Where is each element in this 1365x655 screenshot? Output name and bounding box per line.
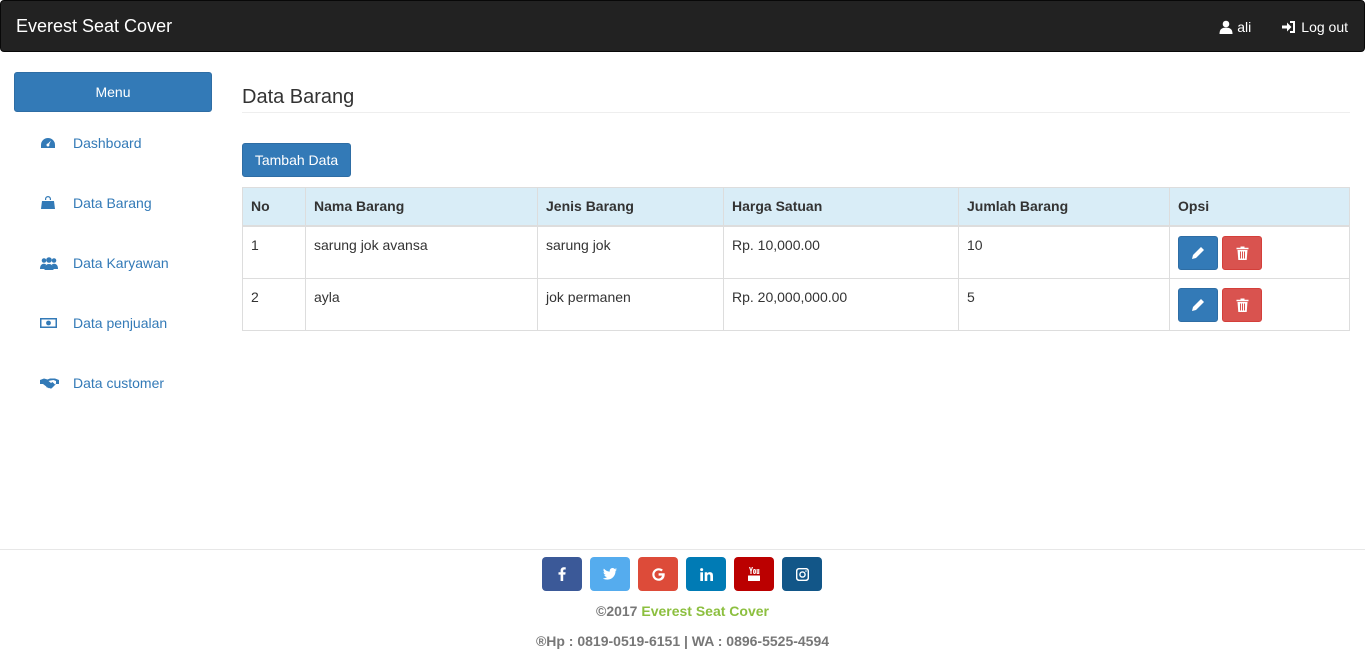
data-table: No Nama Barang Jenis Barang Harga Satuan… (242, 187, 1350, 331)
user-menu[interactable]: ali (1219, 17, 1251, 37)
cell-no: 2 (242, 277, 306, 331)
pencil-icon (1192, 298, 1204, 311)
sidebar-item-label: Dashboard (73, 135, 142, 151)
copyright-year: ©2017 (596, 603, 638, 619)
cell-jumlah-barang: 10 (958, 225, 1170, 279)
cell-jumlah-barang: 5 (958, 277, 1170, 331)
table-header-row: No Nama Barang Jenis Barang Harga Satuan… (242, 187, 1350, 227)
edit-button[interactable] (1178, 235, 1218, 270)
copyright: ©2017 Everest Seat Cover (0, 602, 1365, 620)
menu-button[interactable]: Menu (14, 72, 212, 112)
sidebar-item-data-barang[interactable]: Data Barang (40, 195, 152, 211)
column-header-nama-barang[interactable]: Nama Barang (305, 187, 538, 227)
table-row: 2 ayla jok permanen Rp. 20,000,000.00 5 (242, 277, 1350, 331)
youtube-icon (748, 567, 760, 581)
facebook-icon (558, 567, 566, 581)
sidebar-item-dashboard[interactable]: Dashboard (40, 135, 142, 151)
cell-jenis-barang: sarung jok (537, 225, 724, 279)
facebook-button[interactable] (542, 557, 582, 591)
cell-harga-satuan: Rp. 20,000,000.00 (723, 277, 959, 331)
twitter-button[interactable] (590, 557, 630, 591)
delete-button[interactable] (1222, 235, 1262, 270)
contact-info: ®Hp : 0819-0519-6151 | WA : 0896-5525-45… (535, 633, 830, 649)
column-header-jenis-barang[interactable]: Jenis Barang (537, 187, 724, 227)
cell-nama-barang: sarung jok avansa (305, 225, 538, 279)
trash-icon (1236, 246, 1248, 260)
cell-no: 1 (242, 225, 306, 279)
sidebar: Menu (14, 72, 212, 112)
cell-nama-barang: ayla (305, 277, 538, 331)
shopping-bag-icon (40, 196, 62, 210)
cell-opsi (1169, 277, 1350, 331)
sidebar-item-data-karyawan[interactable]: Data Karyawan (40, 255, 169, 271)
pencil-icon (1192, 246, 1204, 259)
cell-harga-satuan: Rp. 10,000.00 (723, 225, 959, 279)
linkedin-icon (699, 567, 713, 581)
cell-jenis-barang: jok permanen (537, 277, 724, 331)
page-title: Data Barang (242, 86, 355, 108)
delete-button[interactable] (1222, 287, 1262, 322)
google-button[interactable] (638, 557, 678, 591)
title-divider (242, 112, 1350, 113)
sidebar-item-data-penjualan[interactable]: Data penjualan (40, 315, 167, 331)
column-header-opsi: Opsi (1169, 187, 1350, 227)
footer: ©2017 Everest Seat Cover ®Hp : 0819-0519… (0, 549, 1365, 655)
social-links (542, 557, 822, 591)
dashboard-icon (40, 136, 62, 150)
youtube-button[interactable] (734, 557, 774, 591)
trash-icon (1236, 298, 1248, 312)
users-icon (40, 256, 62, 270)
sidebar-item-data-customer[interactable]: Data customer (40, 375, 164, 391)
top-navbar: Everest Seat Cover ali Log out (0, 0, 1365, 52)
cell-opsi (1169, 225, 1350, 279)
google-icon (651, 567, 665, 581)
instagram-icon (795, 567, 809, 581)
column-header-no[interactable]: No (242, 187, 306, 227)
instagram-button[interactable] (782, 557, 822, 591)
column-header-jumlah-barang[interactable]: Jumlah Barang (958, 187, 1170, 227)
edit-button[interactable] (1178, 287, 1218, 322)
table-row: 1 sarung jok avansa sarung jok Rp. 10,00… (242, 225, 1350, 279)
money-icon (40, 316, 62, 330)
logout-link[interactable]: Log out (1281, 17, 1348, 37)
add-data-button[interactable]: Tambah Data (242, 143, 351, 177)
copyright-brand[interactable]: Everest Seat Cover (641, 603, 769, 619)
user-icon (1219, 20, 1233, 34)
sidebar-item-label: Data Karyawan (73, 255, 169, 271)
logout-label: Log out (1301, 19, 1348, 35)
handshake-icon (40, 376, 62, 390)
navbar-right: ali Log out (1219, 17, 1348, 37)
sidebar-item-label: Data Barang (73, 195, 152, 211)
user-name: ali (1237, 19, 1252, 35)
sidebar-item-label: Data penjualan (73, 315, 168, 331)
log-in-icon (1282, 21, 1296, 33)
brand-title[interactable]: Everest Seat Cover (16, 16, 172, 36)
column-header-harga-satuan[interactable]: Harga Satuan (723, 187, 959, 227)
sidebar-item-label: Data customer (73, 375, 165, 391)
twitter-icon (603, 568, 617, 580)
linkedin-button[interactable] (686, 557, 726, 591)
